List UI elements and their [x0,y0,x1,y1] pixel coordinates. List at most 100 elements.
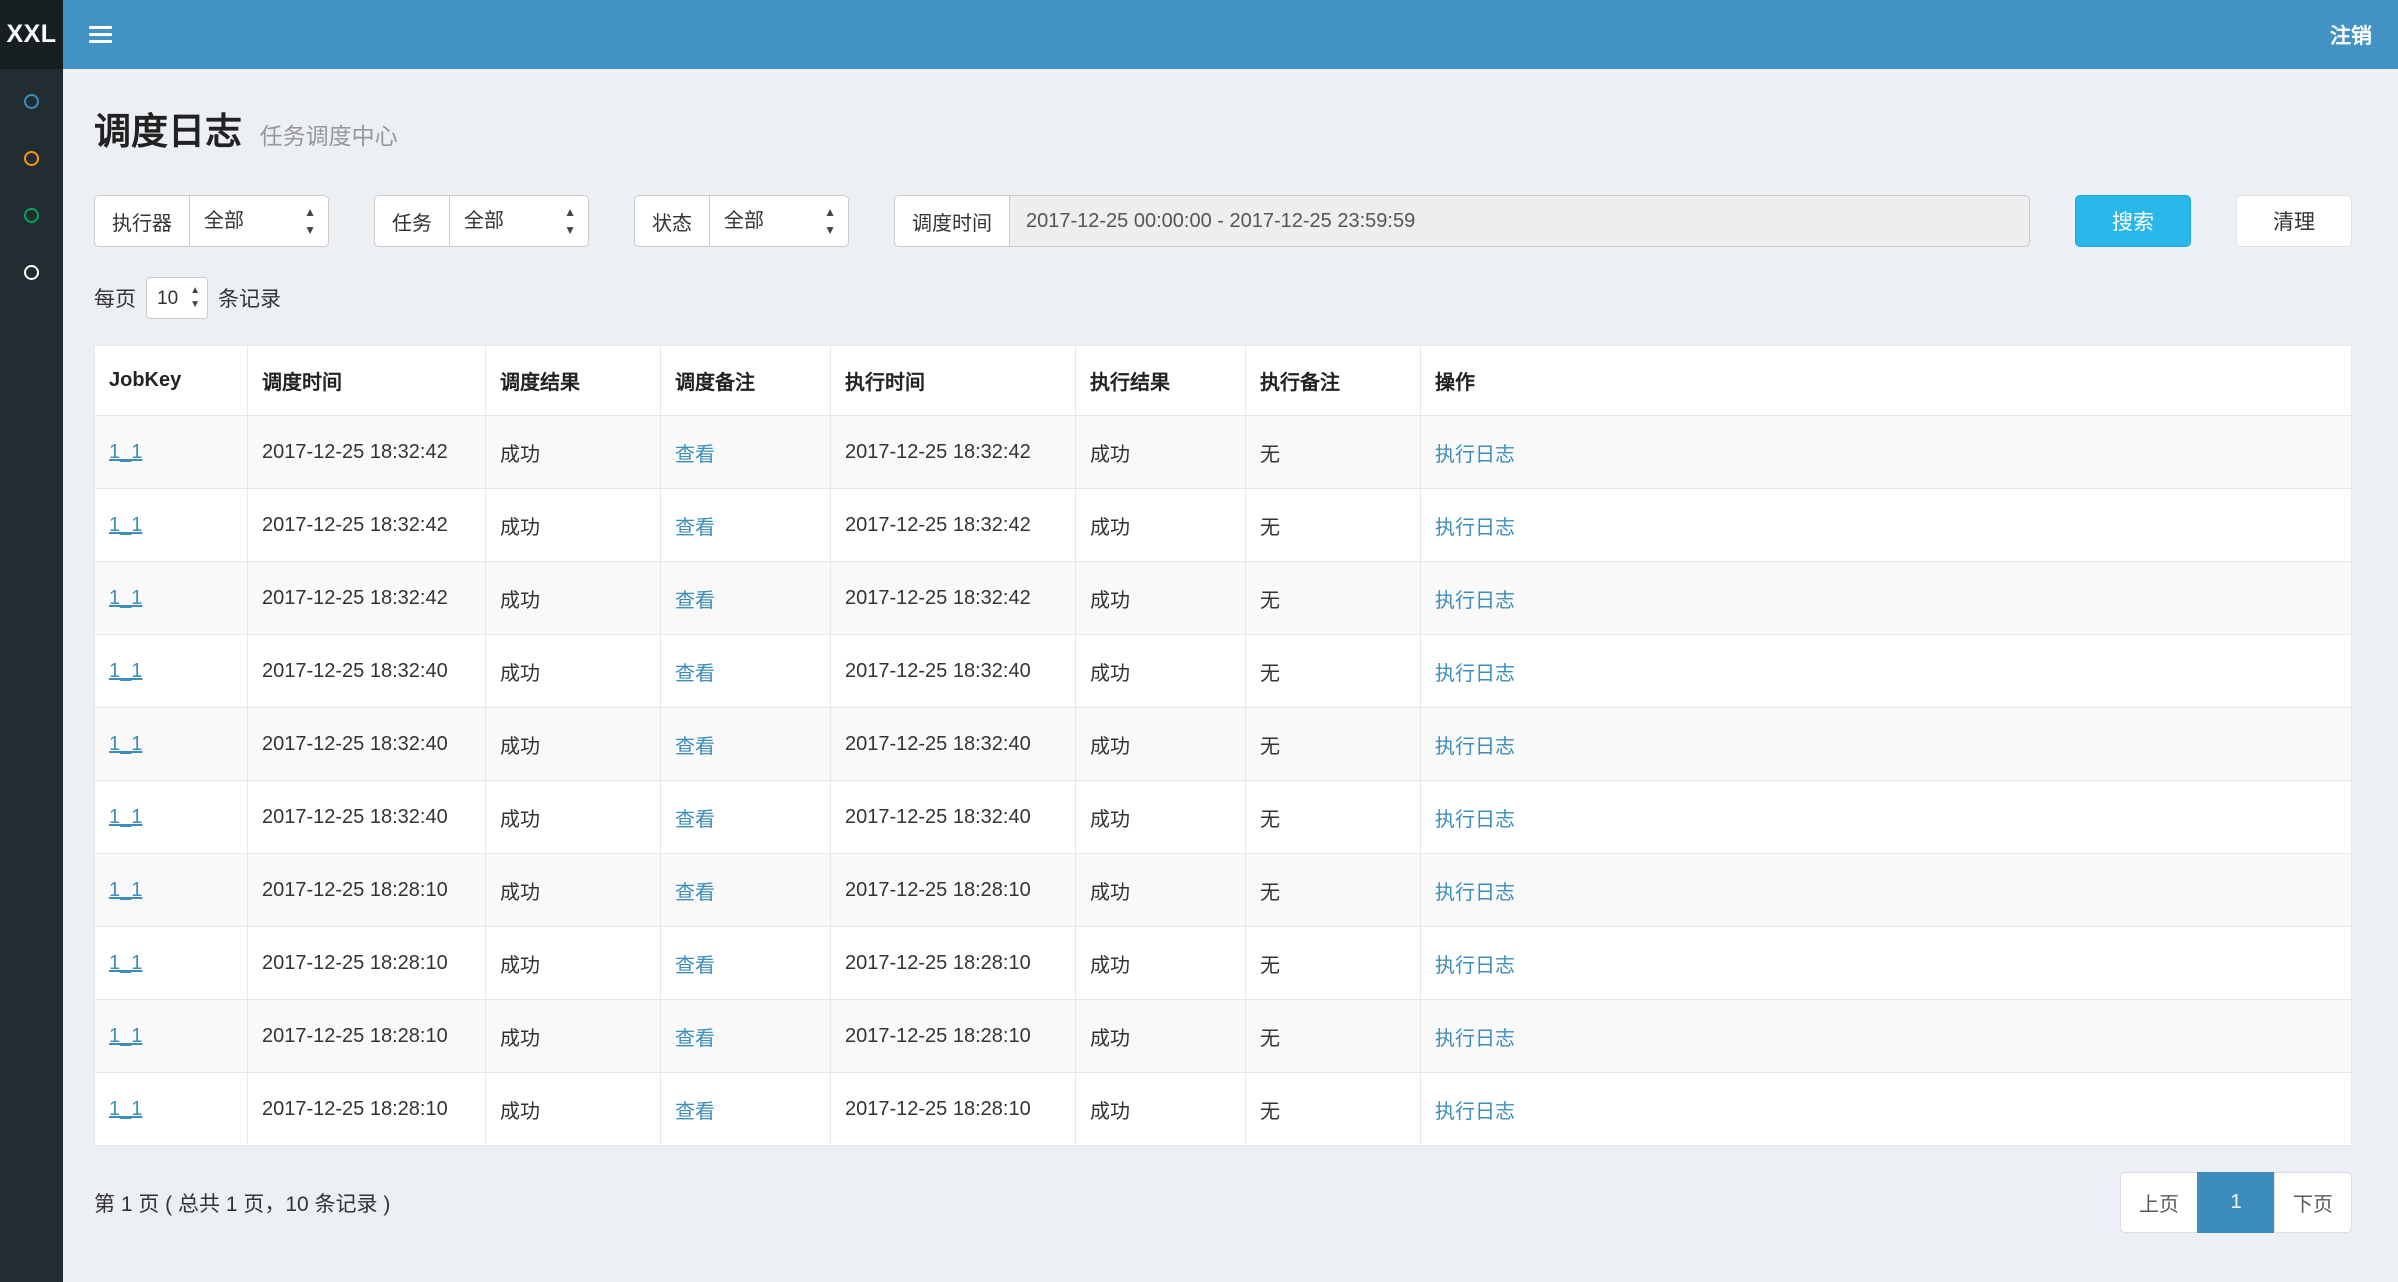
cell-trigger-time: 2017-12-25 18:32:40 [248,781,486,854]
cell-handle-result: 成功 [1076,708,1246,781]
cell-action: 执行日志 [1421,927,2352,1000]
jobkey-link[interactable]: 1_1 [109,660,142,682]
cell-handle-result: 成功 [1076,635,1246,708]
cell-trigger-time: 2017-12-25 18:28:10 [248,927,486,1000]
clear-button[interactable]: 清理 [2236,195,2352,247]
schedule-time-input[interactable] [1009,195,2030,247]
cell-handle-time: 2017-12-25 18:32:42 [831,489,1076,562]
cell-trigger-result: 成功 [486,562,661,635]
log-table-body: 1_12017-12-25 18:32:42成功查看2017-12-25 18:… [95,416,2352,1146]
action-link[interactable]: 执行日志 [1435,1028,1515,1050]
jobkey-link[interactable]: 1_1 [109,733,142,755]
next-page-button[interactable]: 下页 [2274,1172,2352,1233]
schedule-time-filter-group: 调度时间 [894,195,2030,247]
job-select[interactable]: 全部 [449,195,589,247]
status-select[interactable]: 全部 [709,195,849,247]
cell-action: 执行日志 [1421,562,2352,635]
executor-filter-label: 执行器 [94,195,189,247]
trigger-remark-link[interactable]: 查看 [675,444,715,466]
cell-handle-remark: 无 [1246,635,1421,708]
col-header-handle-time[interactable]: 执行时间 [831,346,1076,416]
table-row: 1_12017-12-25 18:28:10成功查看2017-12-25 18:… [95,854,2352,927]
cell-trigger-result: 成功 [486,708,661,781]
trigger-remark-link[interactable]: 查看 [675,590,715,612]
trigger-remark-link[interactable]: 查看 [675,517,715,539]
action-link[interactable]: 执行日志 [1435,955,1515,977]
sidebar-item-3[interactable] [0,187,63,244]
cell-trigger-remark: 查看 [661,489,831,562]
col-header-action[interactable]: 操作 [1421,346,2352,416]
jobkey-link[interactable]: 1_1 [109,879,142,901]
executor-select[interactable]: 全部 [189,195,329,247]
current-page-button[interactable]: 1 [2197,1172,2275,1233]
jobkey-link[interactable]: 1_1 [109,1025,142,1047]
page-size-suffix: 条记录 [218,283,281,313]
app-logo[interactable]: XXL [0,0,63,69]
jobkey-link[interactable]: 1_1 [109,952,142,974]
col-header-trigger-remark[interactable]: 调度备注 [661,346,831,416]
cell-trigger-time: 2017-12-25 18:32:42 [248,416,486,489]
trigger-remark-link[interactable]: 查看 [675,882,715,904]
col-header-trigger-time[interactable]: 调度时间 [248,346,486,416]
trigger-remark-link[interactable]: 查看 [675,809,715,831]
cell-handle-result: 成功 [1076,416,1246,489]
logout-link[interactable]: 注销 [2330,20,2372,50]
trigger-remark-link[interactable]: 查看 [675,1101,715,1123]
cell-trigger-remark: 查看 [661,1073,831,1146]
status-select-wrap: 全部 [709,195,849,247]
jobkey-link[interactable]: 1_1 [109,1098,142,1120]
job-select-wrap: 全部 [449,195,589,247]
cell-handle-remark: 无 [1246,781,1421,854]
action-link[interactable]: 执行日志 [1435,663,1515,685]
table-row: 1_12017-12-25 18:32:40成功查看2017-12-25 18:… [95,635,2352,708]
table-footer: 第 1 页 ( 总共 1 页，10 条记录 ) 上页 1 下页 [94,1172,2352,1233]
circle-icon [24,265,39,280]
cell-trigger-result: 成功 [486,927,661,1000]
action-link[interactable]: 执行日志 [1435,882,1515,904]
trigger-remark-link[interactable]: 查看 [675,1028,715,1050]
trigger-remark-link[interactable]: 查看 [675,955,715,977]
sidebar-item-2[interactable] [0,130,63,187]
trigger-remark-link[interactable]: 查看 [675,736,715,758]
jobkey-link[interactable]: 1_1 [109,441,142,463]
action-link[interactable]: 执行日志 [1435,809,1515,831]
cell-handle-remark: 无 [1246,489,1421,562]
cell-trigger-result: 成功 [486,854,661,927]
jobkey-link[interactable]: 1_1 [109,514,142,536]
cell-action: 执行日志 [1421,416,2352,489]
status-filter-label: 状态 [634,195,709,247]
cell-handle-time: 2017-12-25 18:28:10 [831,1000,1076,1073]
hamburger-icon [89,26,112,29]
prev-page-button[interactable]: 上页 [2120,1172,2198,1233]
col-header-handle-result[interactable]: 执行结果 [1076,346,1246,416]
cell-handle-time: 2017-12-25 18:28:10 [831,1073,1076,1146]
sidebar-item-4[interactable] [0,244,63,301]
sidebar-toggle-button[interactable] [89,26,112,43]
table-row: 1_12017-12-25 18:32:40成功查看2017-12-25 18:… [95,708,2352,781]
cell-trigger-result: 成功 [486,1073,661,1146]
jobkey-link[interactable]: 1_1 [109,587,142,609]
trigger-remark-link[interactable]: 查看 [675,663,715,685]
job-filter-group: 任务 全部 [374,195,589,247]
cell-handle-result: 成功 [1076,489,1246,562]
jobkey-link[interactable]: 1_1 [109,806,142,828]
page-title: 调度日志 [94,111,242,152]
cell-trigger-remark: 查看 [661,781,831,854]
cell-trigger-result: 成功 [486,489,661,562]
action-link[interactable]: 执行日志 [1435,517,1515,539]
cell-handle-time: 2017-12-25 18:32:42 [831,416,1076,489]
page-size-select[interactable]: 10 [146,277,208,319]
action-link[interactable]: 执行日志 [1435,1101,1515,1123]
cell-handle-remark: 无 [1246,854,1421,927]
cell-trigger-result: 成功 [486,635,661,708]
search-button[interactable]: 搜索 [2075,195,2191,247]
cell-handle-time: 2017-12-25 18:28:10 [831,854,1076,927]
sidebar-item-1[interactable] [0,73,63,130]
col-header-jobkey[interactable]: JobKey [95,346,248,416]
action-link[interactable]: 执行日志 [1435,736,1515,758]
job-filter-label: 任务 [374,195,449,247]
action-link[interactable]: 执行日志 [1435,444,1515,466]
col-header-trigger-result[interactable]: 调度结果 [486,346,661,416]
col-header-handle-remark[interactable]: 执行备注 [1246,346,1421,416]
action-link[interactable]: 执行日志 [1435,590,1515,612]
